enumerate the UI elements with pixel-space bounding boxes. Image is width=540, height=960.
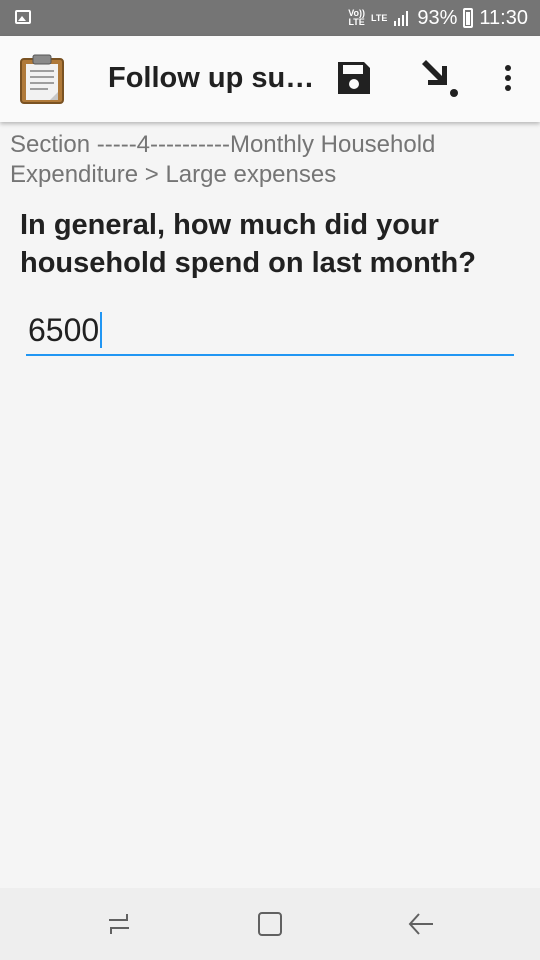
save-button[interactable] [330,54,378,102]
home-icon [258,912,282,936]
home-button[interactable] [246,900,294,948]
recent-apps-icon [109,914,129,934]
text-cursor [100,312,103,348]
status-right: Vo)) LTE LTE 93% 11:30 [348,0,528,36]
lte-icon: LTE [371,12,388,23]
answer-value: 6500 [28,311,100,348]
save-icon [338,62,370,94]
gallery-notification-icon [15,10,31,24]
jump-arrow-icon [422,60,458,97]
answer-input[interactable]: 6500 [26,306,514,356]
battery-icon [463,8,474,28]
jump-button[interactable] [414,54,462,102]
more-options-button[interactable] [484,54,532,102]
volte-icon: Vo)) LTE [348,8,366,27]
section-breadcrumb: Section -----4----------Monthly Househol… [10,131,436,188]
more-vert-icon [505,65,511,91]
status-bar: Vo)) LTE LTE 93% 11:30 [0,0,540,36]
back-icon [408,913,433,935]
clipboard-icon [20,54,64,104]
signal-icon [394,11,409,26]
recent-apps-button[interactable] [95,900,143,948]
battery-percent: 93% [417,6,458,29]
clock: 11:30 [479,6,528,29]
system-nav-bar [0,888,540,960]
question-label: In general, how much did your household … [20,209,476,279]
app-toolbar: Follow up su… [0,36,540,122]
back-button[interactable] [397,900,445,948]
toolbar-title: Follow up su… [108,62,315,94]
